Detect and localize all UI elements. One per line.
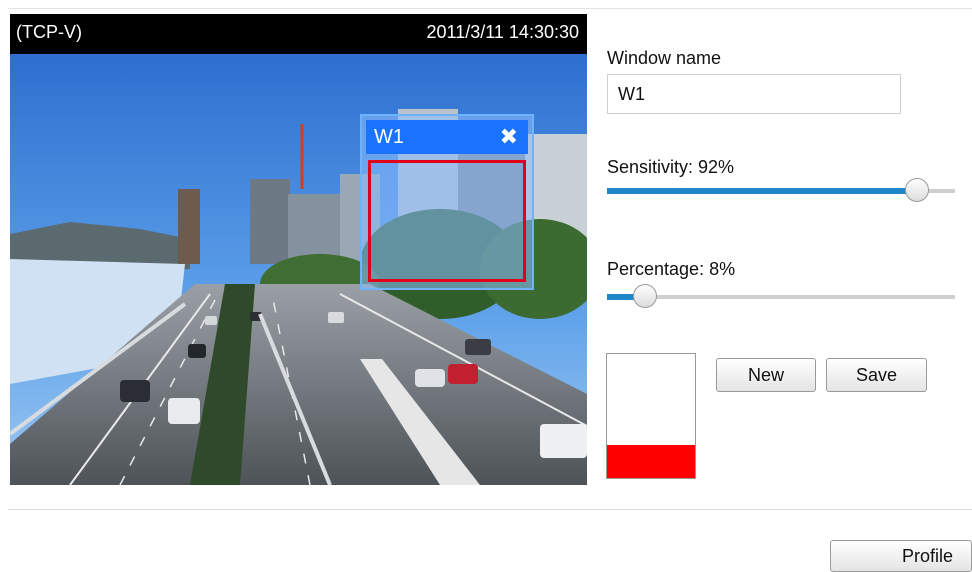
percentage-slider-thumb[interactable]: [633, 284, 657, 308]
motion-detection-region[interactable]: [368, 160, 526, 282]
motion-window-title-bar[interactable]: W1 ✖: [366, 120, 528, 154]
sensitivity-label: Sensitivity: 92%: [607, 157, 735, 177]
profile-button[interactable]: Profile: [830, 540, 972, 572]
percentage-slider[interactable]: [607, 284, 955, 310]
activity-meter: [606, 353, 696, 479]
sensitivity-slider-thumb[interactable]: [905, 178, 929, 202]
activity-level-bar: [607, 444, 695, 478]
new-button[interactable]: New: [716, 358, 816, 392]
window-name-input[interactable]: [607, 74, 901, 114]
window-name-label: Window name: [607, 48, 722, 68]
video-overlay-bar: (TCP-V) 2011/3/11 14:30:30: [10, 14, 587, 54]
sensitivity-slider[interactable]: [607, 178, 955, 204]
save-button[interactable]: Save: [826, 358, 927, 392]
motion-window-name: W1: [374, 126, 404, 148]
sensitivity-fill: [607, 188, 917, 194]
percentage-track: [607, 295, 955, 299]
motion-window-w1[interactable]: W1 ✖: [360, 114, 534, 290]
close-icon[interactable]: ✖: [500, 124, 518, 150]
stream-label: (TCP-V): [16, 22, 82, 42]
percentage-label: Percentage: 8%: [607, 259, 736, 279]
timestamp: 2011/3/11 14:30:30: [426, 22, 579, 42]
